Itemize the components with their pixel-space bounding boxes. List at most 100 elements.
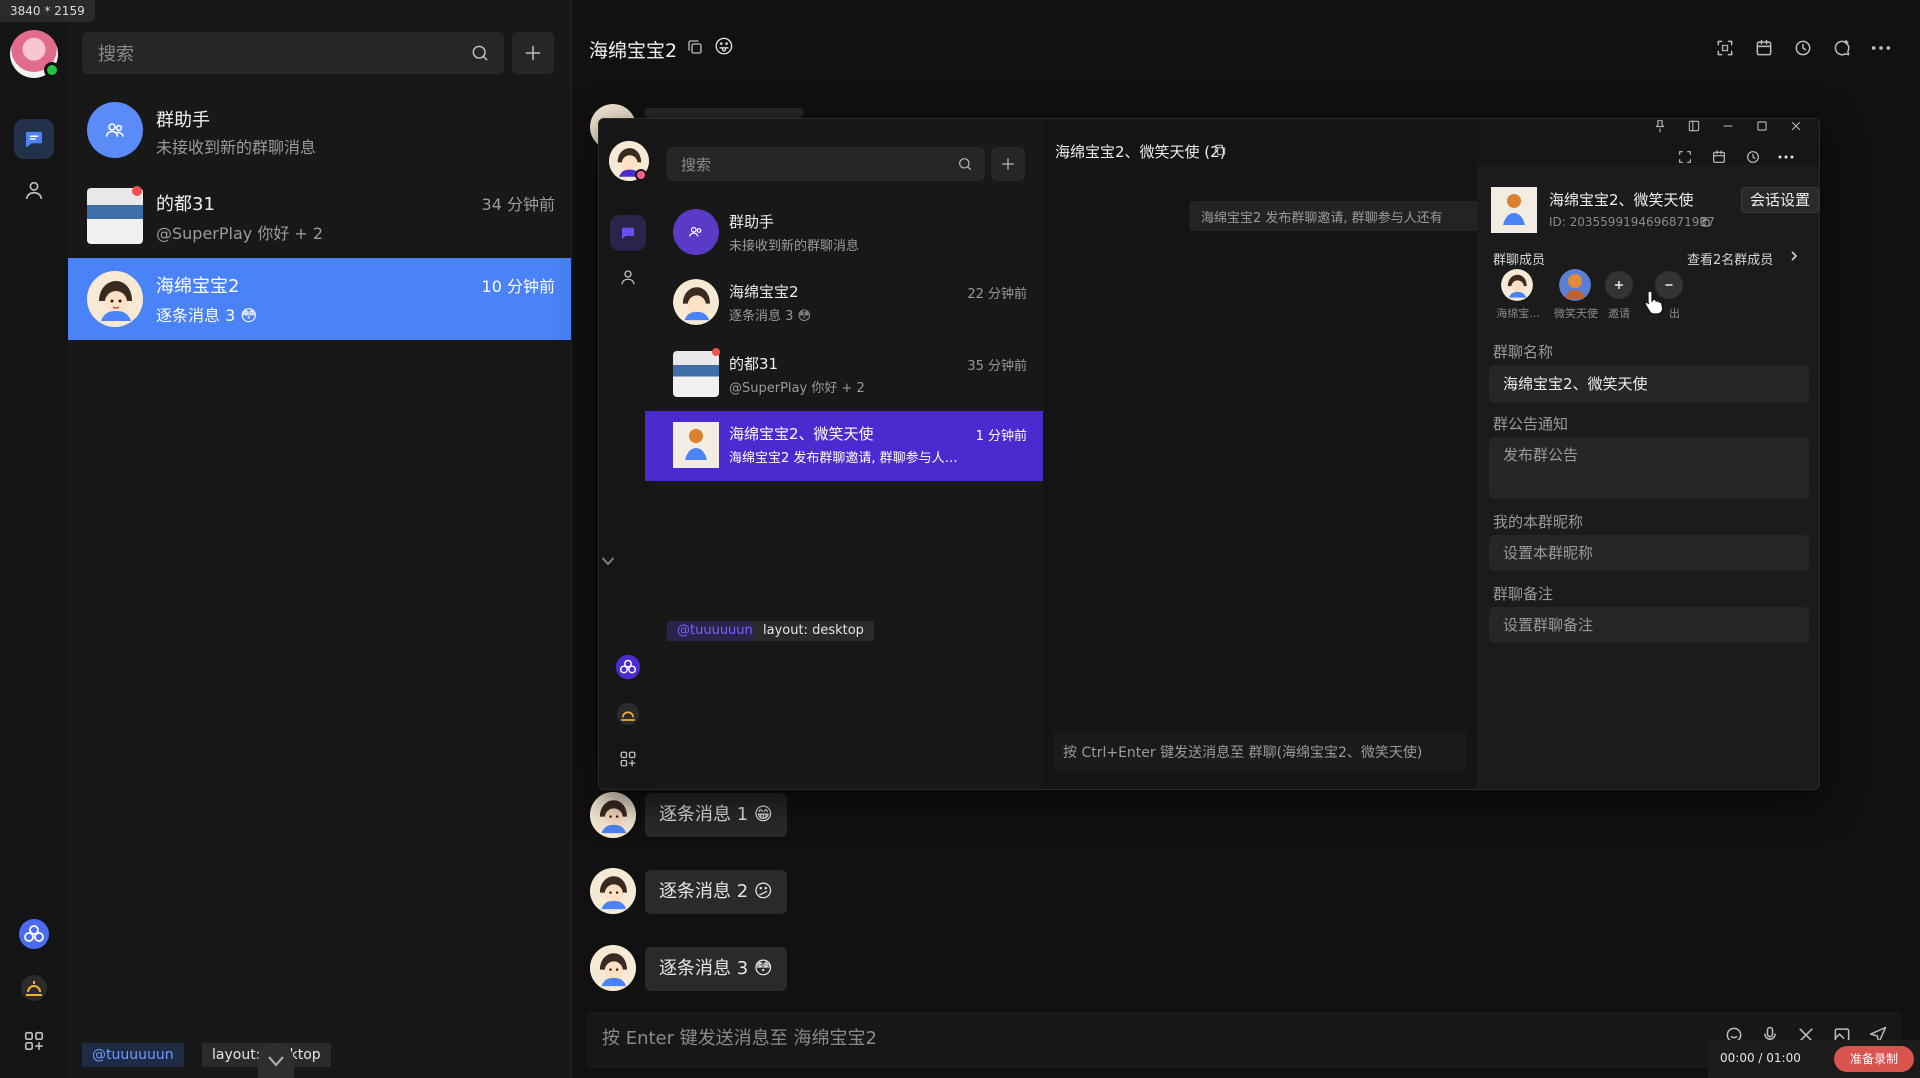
group-avatar-icon: [673, 422, 719, 468]
cartoon-girl-avatar-icon: [87, 271, 143, 327]
conversation-name: 海绵宝宝2: [156, 276, 240, 297]
inner-chat-title: 海绵宝宝2、微笑天使 (2): [1055, 143, 1226, 161]
member-avatar[interactable]: [1559, 269, 1591, 301]
group-avatar: [1491, 187, 1537, 233]
chevron-down-icon[interactable]: [601, 555, 615, 567]
inner-add-button[interactable]: [991, 147, 1025, 181]
plus-icon: [1615, 281, 1623, 289]
sunset-icon: [21, 975, 47, 1001]
community-button[interactable]: [14, 914, 54, 954]
inner-messages-nav-button[interactable]: [610, 215, 646, 251]
message-bubble: 逐条消息 3 😳: [645, 947, 787, 991]
maximize-icon[interactable]: [1755, 119, 1769, 133]
invite-label: 邀请: [1608, 307, 1630, 320]
unread-dot: [132, 186, 142, 196]
message-bubble: 逐条消息 2 😕: [645, 870, 787, 914]
conversation-row-group-assistant[interactable]: 群助手 未接收到新的群聊消息: [68, 98, 571, 178]
apps-button[interactable]: [14, 1021, 54, 1061]
sidebar-toggle-icon[interactable]: [1687, 119, 1701, 133]
contacts-nav-button[interactable]: [14, 170, 54, 210]
calendar-icon[interactable]: [1754, 38, 1774, 58]
member-name: 微笑天使: [1554, 307, 1598, 320]
group-name-field[interactable]: 海绵宝宝2、微笑天使: [1489, 365, 1809, 403]
system-notice: 海绵宝宝2 发布群聊邀请, 群聊参与人还有: [1189, 201, 1489, 231]
calendar-icon[interactable]: [1711, 149, 1727, 165]
group-assistant-avatar: [87, 102, 143, 158]
members-title: 群聊成员: [1493, 253, 1546, 268]
apps-grid-icon: [620, 751, 636, 767]
conversation-preview: 未接收到新的群聊消息: [156, 138, 317, 157]
user-tag: @tuuuuuun: [82, 1043, 184, 1067]
inner-row-dedu31[interactable]: 的都31 @SuperPlay 你好 + 2 35 分钟前: [657, 341, 1043, 411]
invite-member-button[interactable]: [1605, 271, 1633, 299]
view-members-link[interactable]: 查看2名群成员: [1687, 249, 1773, 268]
dedu31-avatar: [87, 188, 143, 244]
inner-message-input[interactable]: 按 Ctrl+Enter 键发送消息至 群聊(海绵宝宝2、微笑天使): [1053, 731, 1467, 771]
qr-scan-icon[interactable]: [1677, 149, 1693, 165]
inner-message-input-placeholder: 按 Ctrl+Enter 键发送消息至 群聊(海绵宝宝2、微笑天使): [1063, 745, 1423, 761]
spongebob2-avatar: [673, 279, 719, 325]
outer-search-input[interactable]: 搜索: [82, 32, 504, 74]
group-remark-field[interactable]: 设置群聊备注: [1489, 607, 1809, 643]
inner-contacts-nav-button[interactable]: [610, 259, 646, 295]
person-icon: [25, 181, 43, 200]
message-input-placeholder: 按 Enter 键发送消息至 海绵宝宝2: [602, 1028, 877, 1049]
inner-theme-button[interactable]: [610, 696, 646, 732]
collapse-handle[interactable]: [258, 1043, 294, 1078]
conversation-time: 35 分钟前: [967, 359, 1027, 374]
message-input[interactable]: 按 Enter 键发送消息至 海绵宝宝2: [586, 1012, 1902, 1068]
inner-community-button[interactable]: [610, 649, 646, 685]
copy-icon[interactable]: [686, 38, 704, 56]
more-icon[interactable]: [1870, 38, 1892, 58]
inner-conversation-list: 搜索 群助手 未接收到新的群聊消息 海绵宝宝2 逐条消息 3 😳 22 分钟前 …: [645, 119, 1043, 789]
conversation-preview: @SuperPlay 你好 + 2: [156, 224, 324, 243]
my-nickname-field[interactable]: 设置本群昵称: [1489, 535, 1809, 571]
community-icon: [615, 654, 641, 680]
copy-icon[interactable]: [1213, 143, 1227, 157]
inner-apps-button[interactable]: [610, 741, 646, 777]
close-icon[interactable]: [1789, 119, 1803, 133]
plus-icon: [525, 45, 541, 61]
outer-add-button[interactable]: [512, 32, 554, 74]
conversation-row-spongebob2[interactable]: 海绵宝宝2 逐条消息 3 😳 10 分钟前: [68, 258, 571, 340]
cartoon-girl-avatar-icon: [673, 279, 719, 325]
recorder-time: 00:00 / 01:00: [1720, 1051, 1801, 1065]
messages-nav-button[interactable]: [14, 119, 54, 159]
minimize-icon[interactable]: [1721, 119, 1735, 133]
inner-row-group-chat[interactable]: 海绵宝宝2、微笑天使 海绵宝宝2 发布群聊邀请, 群聊参与人还有: ... 1 …: [645, 411, 1043, 481]
chat-title: 海绵宝宝2: [589, 40, 678, 62]
conversation-row-dedu31[interactable]: 的都31 @SuperPlay 你好 + 2 34 分钟前: [68, 178, 571, 258]
more-icon[interactable]: [1777, 149, 1795, 165]
sunset-icon: [616, 702, 640, 726]
chat-add-icon[interactable]: [1832, 38, 1852, 58]
inner-search-input[interactable]: 搜索: [667, 147, 985, 181]
qr-scan-icon[interactable]: [1715, 38, 1735, 58]
theme-button[interactable]: [14, 968, 54, 1008]
inner-search-placeholder: 搜索: [681, 155, 712, 174]
group-notice-field[interactable]: 发布群公告: [1489, 437, 1809, 499]
history-clock-icon[interactable]: [1745, 149, 1761, 165]
record-button[interactable]: 准备录制: [1834, 1046, 1914, 1072]
apps-grid-icon: [24, 1031, 44, 1051]
search-icon[interactable]: [957, 156, 973, 172]
chevron-right-icon: [1791, 251, 1798, 261]
search-icon[interactable]: [470, 43, 490, 63]
inner-chat-area: 海绵宝宝2、微笑天使 (2) 海绵宝宝2 发布群聊邀请, 群聊参与人还有 按 C…: [1043, 119, 1489, 789]
plus-icon: [1002, 158, 1014, 170]
hand-cursor-icon: [1644, 290, 1664, 315]
message-avatar: [590, 945, 636, 991]
conversation-preview: @SuperPlay 你好 + 2: [729, 381, 865, 396]
inner-row-group-assistant[interactable]: 群助手 未接收到新的群聊消息: [657, 201, 1043, 271]
dedu31-avatar: [673, 351, 719, 397]
inner-row-spongebob2[interactable]: 海绵宝宝2 逐条消息 3 😳 22 分钟前: [657, 271, 1043, 341]
title-emoji: 😛: [714, 36, 734, 58]
cartoon-girl-avatar-icon: [590, 792, 636, 838]
outer-conversation-list: 搜索 群助手 未接收到新的群聊消息 的都31 @SuperPlay 你好 + 2…: [68, 0, 572, 1078]
chat-icon: [622, 227, 634, 239]
pin-icon[interactable]: [1653, 119, 1667, 133]
history-clock-icon[interactable]: [1793, 38, 1813, 58]
outer-nav-rail: [0, 0, 68, 1078]
copy-icon[interactable]: [1699, 216, 1711, 228]
session-settings-panel: 海绵宝宝2、微笑天使 ID: 2035599194696871937 分享 群聊…: [1477, 165, 1819, 789]
member-avatar[interactable]: [1501, 269, 1533, 301]
